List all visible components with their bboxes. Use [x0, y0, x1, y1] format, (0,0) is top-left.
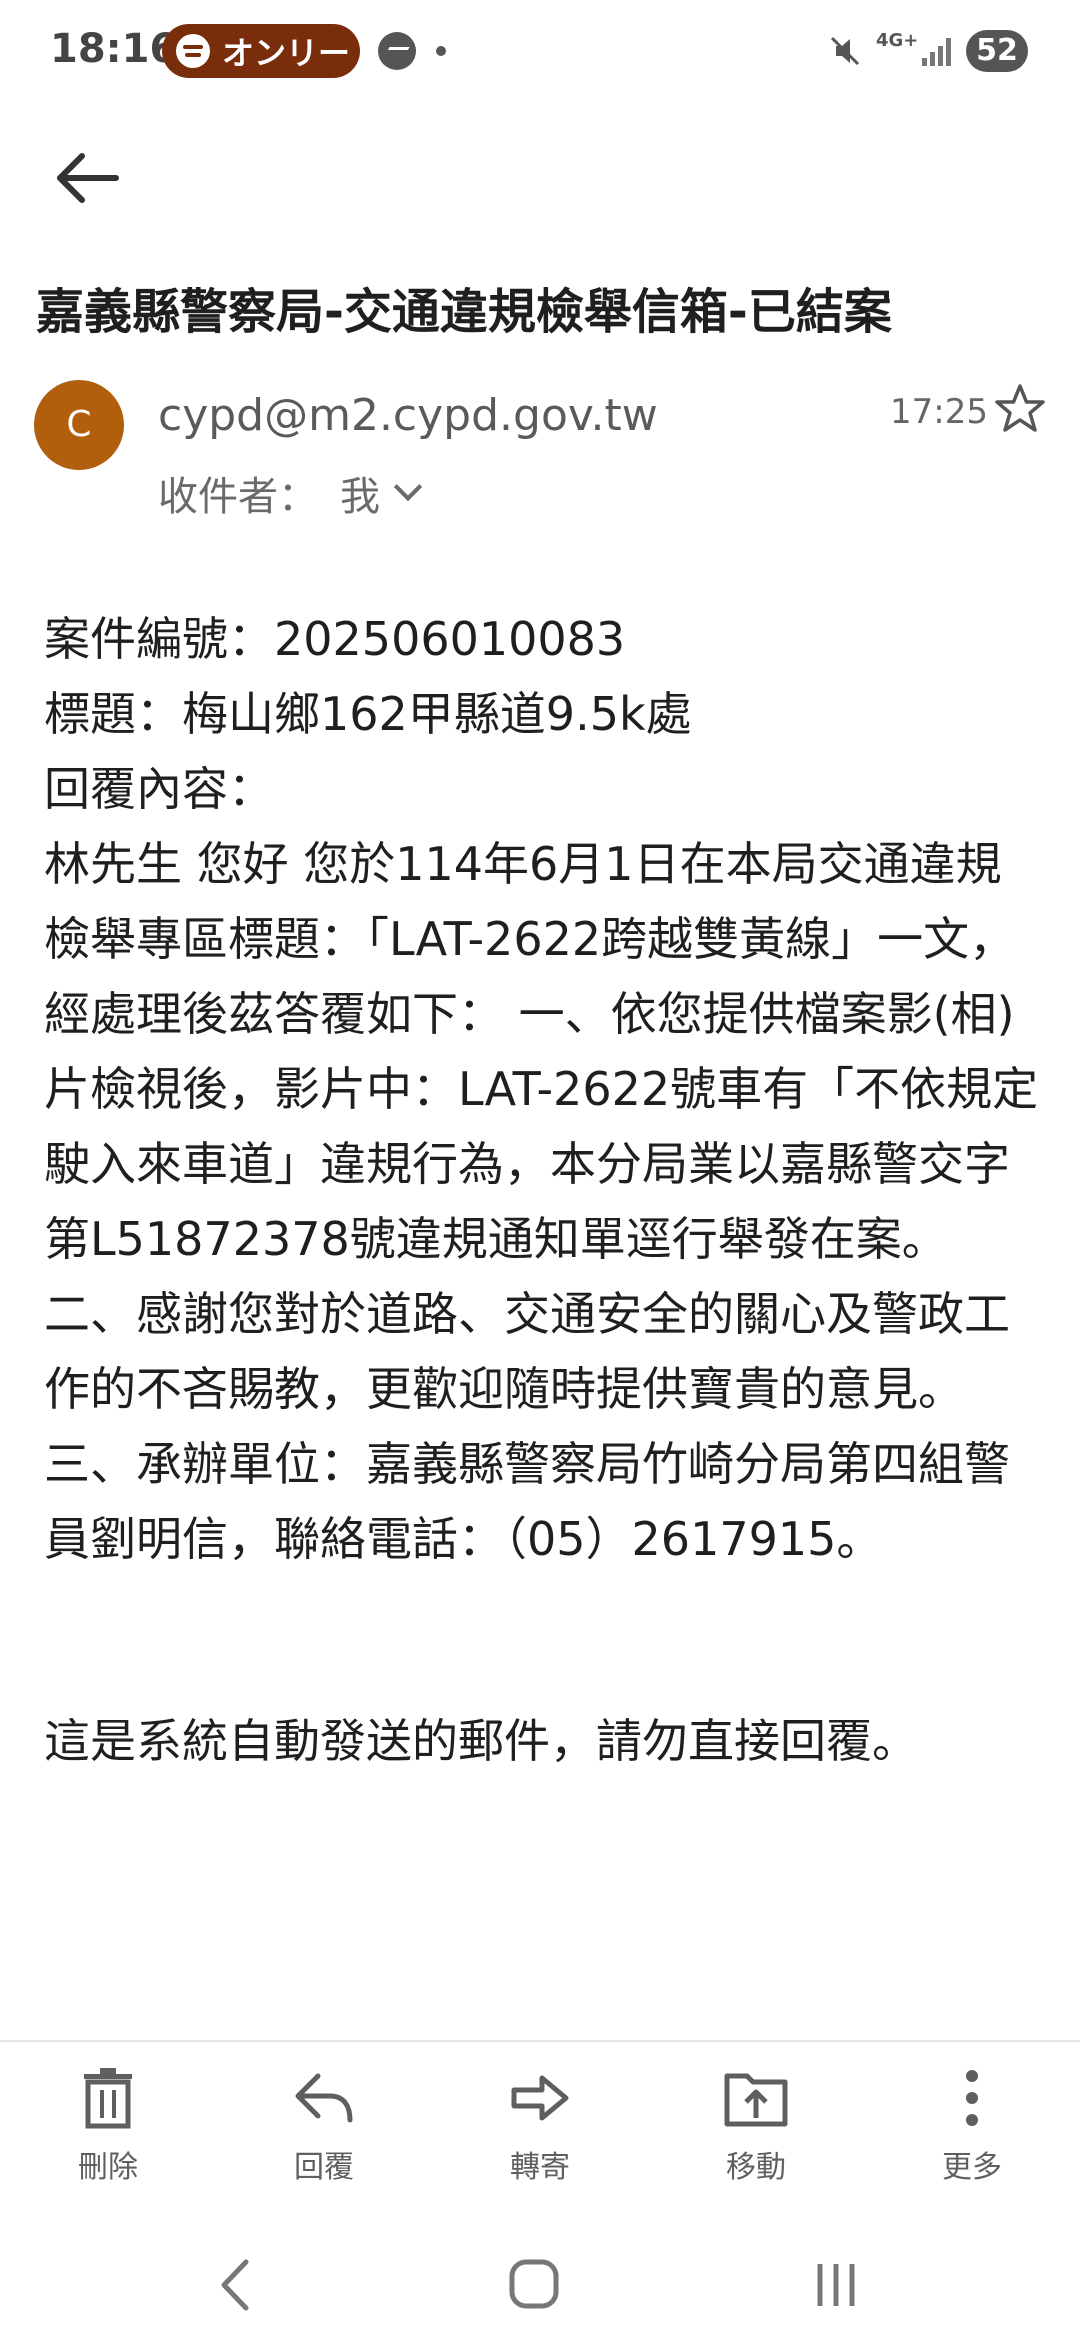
back-arrow-icon[interactable]	[50, 140, 126, 216]
move-label: 移動	[726, 2150, 786, 2185]
spotify-icon	[176, 34, 210, 68]
email-body: 案件編號：202506010083 標題：梅山鄉162甲縣道9.5k處 回覆內容…	[44, 602, 1044, 1577]
spotify-label: オンリー	[222, 34, 351, 72]
star-icon[interactable]	[990, 380, 1050, 440]
reply-content-label: 回覆內容：	[44, 762, 274, 816]
reply-button[interactable]: 回覆	[244, 2066, 404, 2206]
spotify-now-playing-pill[interactable]: オンリー	[162, 24, 360, 78]
mute-icon	[830, 36, 860, 66]
more-button[interactable]: 更多	[892, 2066, 1052, 2206]
forward-label: 轉寄	[510, 2150, 570, 2185]
delete-label: 刪除	[78, 2150, 138, 2185]
email-view-screen: 18:16 オンリー 4G+ 52 嘉義縣警察局-交通違規檢舉信箱-已結案 C …	[0, 0, 1080, 2340]
reply-label: 回覆	[294, 2150, 354, 2185]
recipient-label: 收件者：	[158, 474, 318, 520]
action-toolbar: 刪除 回覆 轉寄 移動 更多	[0, 2040, 1080, 2220]
email-time: 17:25	[890, 392, 988, 432]
move-to-folder-icon	[724, 2073, 788, 2127]
more-label: 更多	[942, 2150, 1002, 2185]
more-vertical-icon	[966, 2070, 978, 2126]
chevron-down-icon[interactable]	[393, 472, 423, 502]
delete-button[interactable]: 刪除	[28, 2066, 188, 2206]
nav-recents-icon[interactable]	[796, 2250, 876, 2320]
status-time: 18:16	[50, 26, 178, 72]
system-navigation-bar	[0, 2220, 1080, 2340]
network-type: 4G+	[876, 30, 919, 51]
case-title-line: 標題：梅山鄉162甲縣道9.5k處	[44, 687, 692, 741]
case-number-line: 案件編號：202506010083	[44, 612, 626, 666]
sender-avatar[interactable]: C	[34, 380, 124, 470]
nav-home-icon[interactable]	[494, 2250, 574, 2320]
trash-icon	[84, 2068, 132, 2129]
recipient-name: 我	[340, 474, 380, 520]
sender-address[interactable]: cypd@m2.cypd.gov.tw	[158, 390, 658, 441]
auto-mail-note: 這是系統自動發送的郵件，請勿直接回覆。	[44, 1714, 918, 1768]
move-button[interactable]: 移動	[676, 2066, 836, 2206]
reply-content-text: 林先生 您好 您於114年6月1日在本局交通違規檢舉專區標題：「LAT-2622…	[44, 837, 1039, 1566]
forward-button[interactable]: 轉寄	[460, 2066, 620, 2206]
email-subject: 嘉義縣警察局-交通違規檢舉信箱-已結案	[36, 284, 892, 340]
forward-icon	[511, 2075, 569, 2121]
status-bar: 18:16 オンリー 4G+ 52	[0, 0, 1080, 100]
recipient-row[interactable]: 收件者： 我	[158, 464, 423, 522]
nav-back-icon[interactable]	[196, 2250, 276, 2320]
reply-icon	[295, 2073, 353, 2123]
signal-icon	[922, 36, 954, 66]
battery-indicator: 52	[966, 30, 1028, 72]
notification-dot-icon	[436, 46, 446, 56]
messenger-icon	[378, 32, 416, 70]
